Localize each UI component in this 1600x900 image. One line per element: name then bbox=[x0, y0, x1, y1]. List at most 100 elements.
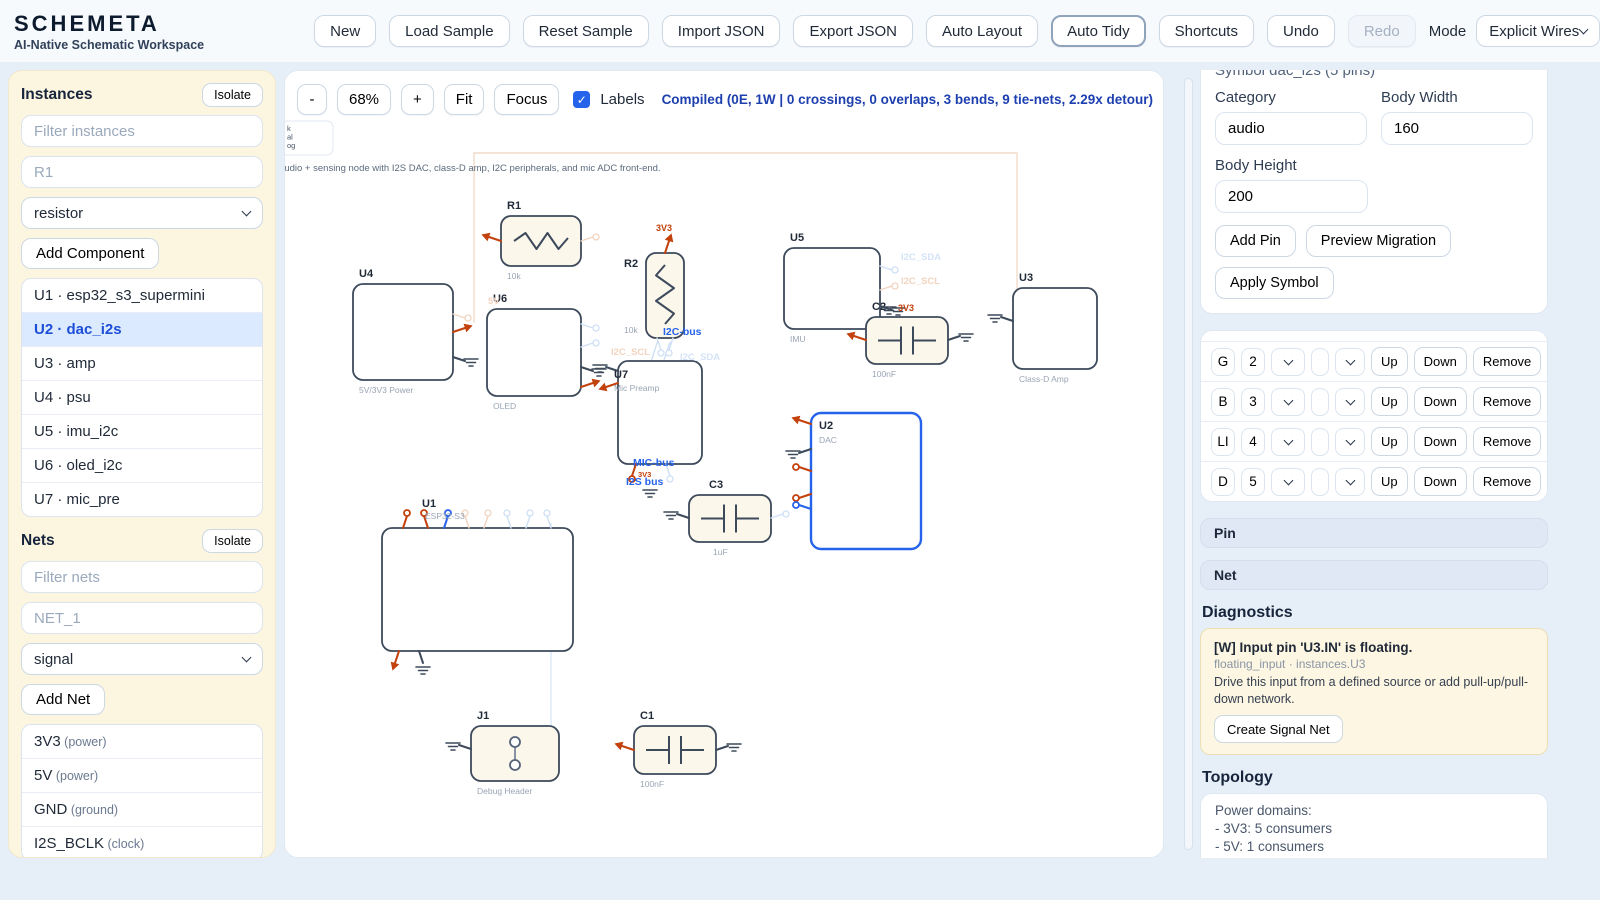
category-input[interactable] bbox=[1215, 112, 1367, 145]
pin-type-select[interactable] bbox=[1271, 388, 1305, 416]
toolbar-button-shortcuts[interactable]: Shortcuts bbox=[1159, 15, 1254, 47]
component-U3[interactable]: U3Class-D Amp bbox=[1001, 272, 1097, 384]
component-J1[interactable]: J1Debug Header bbox=[459, 710, 559, 796]
mode-select[interactable]: Explicit Wires bbox=[1476, 15, 1600, 47]
pin-up-button[interactable]: Up bbox=[1371, 467, 1408, 496]
net-name: 3V3 bbox=[34, 733, 61, 750]
zoom-out-button[interactable]: - bbox=[297, 84, 327, 115]
pin-up-button[interactable]: Up bbox=[1371, 347, 1408, 376]
svg-text:3V3: 3V3 bbox=[898, 303, 914, 313]
toolbar-button-reset-sample[interactable]: Reset Sample bbox=[523, 15, 649, 47]
net-name-input[interactable] bbox=[21, 602, 263, 634]
toolbar-button-auto-layout[interactable]: Auto Layout bbox=[926, 15, 1038, 47]
pin-number-input[interactable] bbox=[1241, 468, 1265, 496]
instance-type-select[interactable]: resistor bbox=[21, 197, 263, 229]
toolbar-button-import-json[interactable]: Import JSON bbox=[662, 15, 781, 47]
net-filter-input[interactable] bbox=[21, 561, 263, 593]
pin-side-select[interactable] bbox=[1335, 388, 1365, 416]
add-component-button[interactable]: Add Component bbox=[21, 238, 159, 269]
pin-number-input[interactable] bbox=[1241, 388, 1265, 416]
pin-remove-button[interactable]: Remove bbox=[1473, 467, 1541, 496]
svg-text:10k: 10k bbox=[507, 271, 521, 281]
labels-checkbox[interactable]: ✓ bbox=[573, 91, 590, 108]
toolbar-button-redo[interactable]: Redo bbox=[1348, 15, 1416, 47]
net-item-i2s-bclk[interactable]: I2S_BCLK (clock) bbox=[22, 826, 262, 858]
toolbar-button-undo[interactable]: Undo bbox=[1267, 15, 1335, 47]
instance-ref-input[interactable] bbox=[21, 156, 263, 188]
instance-filter-input[interactable] bbox=[21, 115, 263, 147]
net-kind: (clock) bbox=[104, 837, 144, 851]
apply-symbol-button[interactable]: Apply Symbol bbox=[1215, 267, 1334, 299]
pin-down-button[interactable]: Down bbox=[1414, 467, 1467, 496]
pin-name-input[interactable] bbox=[1211, 388, 1235, 416]
zoom-in-button[interactable]: + bbox=[401, 84, 434, 115]
preview-migration-button[interactable]: Preview Migration bbox=[1306, 225, 1451, 257]
pin-extra-input[interactable] bbox=[1311, 428, 1329, 456]
component-U4[interactable]: U45V/3V3 Power bbox=[353, 268, 473, 395]
pin-type-select[interactable] bbox=[1271, 348, 1305, 376]
instance-item-u5[interactable]: U5 · imu_i2c bbox=[22, 414, 262, 448]
pin-up-button[interactable]: Up bbox=[1371, 387, 1408, 416]
pin-down-button[interactable]: Down bbox=[1414, 347, 1467, 376]
toolbar-button-new[interactable]: New bbox=[314, 15, 376, 47]
chevron-down-icon bbox=[1283, 355, 1293, 365]
pin-extra-input[interactable] bbox=[1311, 388, 1329, 416]
pin-down-button[interactable]: Down bbox=[1414, 387, 1467, 416]
zoom-level-button[interactable]: 68% bbox=[337, 84, 391, 115]
svg-text:C3: C3 bbox=[709, 479, 723, 491]
component-U1[interactable]: U1ESP32-S3 bbox=[382, 498, 573, 671]
section-net[interactable]: Net bbox=[1200, 560, 1548, 590]
component-R1[interactable]: R110k bbox=[481, 200, 599, 281]
instance-item-u3[interactable]: U3 · amp bbox=[22, 346, 262, 380]
focus-button[interactable]: Focus bbox=[494, 84, 559, 115]
pin-extra-input[interactable] bbox=[1311, 468, 1329, 496]
pin-number-input[interactable] bbox=[1241, 428, 1265, 456]
instance-item-u4[interactable]: U4 · psu bbox=[22, 380, 262, 414]
component-U6[interactable]: U6OLED bbox=[487, 293, 601, 411]
nets-isolate-button[interactable]: Isolate bbox=[202, 529, 263, 553]
component-U2[interactable]: U2DAC bbox=[791, 413, 921, 549]
section-pin[interactable]: Pin bbox=[1200, 518, 1548, 548]
net-item-gnd[interactable]: GND (ground) bbox=[22, 792, 262, 826]
pin-name-input[interactable] bbox=[1211, 348, 1235, 376]
instances-isolate-button[interactable]: Isolate bbox=[202, 83, 263, 107]
pin-side-select[interactable] bbox=[1335, 348, 1365, 376]
net-type-select[interactable]: signal bbox=[21, 643, 263, 675]
net-item-5v[interactable]: 5V (power) bbox=[22, 758, 262, 792]
instance-item-u6[interactable]: U6 · oled_i2c bbox=[22, 448, 262, 482]
body-height-input[interactable] bbox=[1215, 180, 1368, 213]
create-signal-net-button[interactable]: Create Signal Net bbox=[1214, 715, 1343, 743]
pin-extra-input[interactable] bbox=[1311, 348, 1329, 376]
add-pin-button[interactable]: Add Pin bbox=[1215, 225, 1296, 257]
pin-number-input[interactable] bbox=[1241, 348, 1265, 376]
toolbar-button-auto-tidy[interactable]: Auto Tidy bbox=[1051, 15, 1146, 47]
body-width-input[interactable] bbox=[1381, 112, 1533, 145]
toolbar-button-export-json[interactable]: Export JSON bbox=[793, 15, 913, 47]
pin-type-select[interactable] bbox=[1271, 428, 1305, 456]
net-name: 5V bbox=[34, 767, 52, 784]
instance-item-u7[interactable]: U7 · mic_pre bbox=[22, 482, 262, 516]
pin-type-select[interactable] bbox=[1271, 468, 1305, 496]
component-C1[interactable]: C1100nF bbox=[614, 710, 728, 789]
schematic-svg[interactable]: kalogAudio + sensing node with I2S DAC, … bbox=[285, 71, 1163, 857]
pin-remove-button[interactable]: Remove bbox=[1473, 387, 1541, 416]
component-C3[interactable]: C31uF bbox=[677, 479, 789, 557]
svg-text:U2: U2 bbox=[819, 420, 833, 432]
svg-text:U4: U4 bbox=[359, 268, 374, 280]
add-net-button[interactable]: Add Net bbox=[21, 684, 105, 715]
pin-remove-button[interactable]: Remove bbox=[1473, 427, 1541, 456]
right-panel-scrollbar[interactable] bbox=[1184, 78, 1193, 850]
schematic-canvas[interactable]: kalogAudio + sensing node with I2S DAC, … bbox=[284, 70, 1164, 858]
pin-side-select[interactable] bbox=[1335, 428, 1365, 456]
instance-item-u1[interactable]: U1 · esp32_s3_supermini bbox=[22, 279, 262, 312]
toolbar-button-load-sample[interactable]: Load Sample bbox=[389, 15, 509, 47]
pin-name-input[interactable] bbox=[1211, 428, 1235, 456]
pin-side-select[interactable] bbox=[1335, 468, 1365, 496]
pin-up-button[interactable]: Up bbox=[1371, 427, 1408, 456]
instance-item-u2[interactable]: U2 · dac_i2s bbox=[22, 312, 262, 346]
fit-button[interactable]: Fit bbox=[444, 84, 485, 115]
pin-remove-button[interactable]: Remove bbox=[1473, 347, 1541, 376]
pin-down-button[interactable]: Down bbox=[1414, 427, 1467, 456]
pin-name-input[interactable] bbox=[1211, 468, 1235, 496]
net-item-3v3[interactable]: 3V3 (power) bbox=[22, 725, 262, 758]
